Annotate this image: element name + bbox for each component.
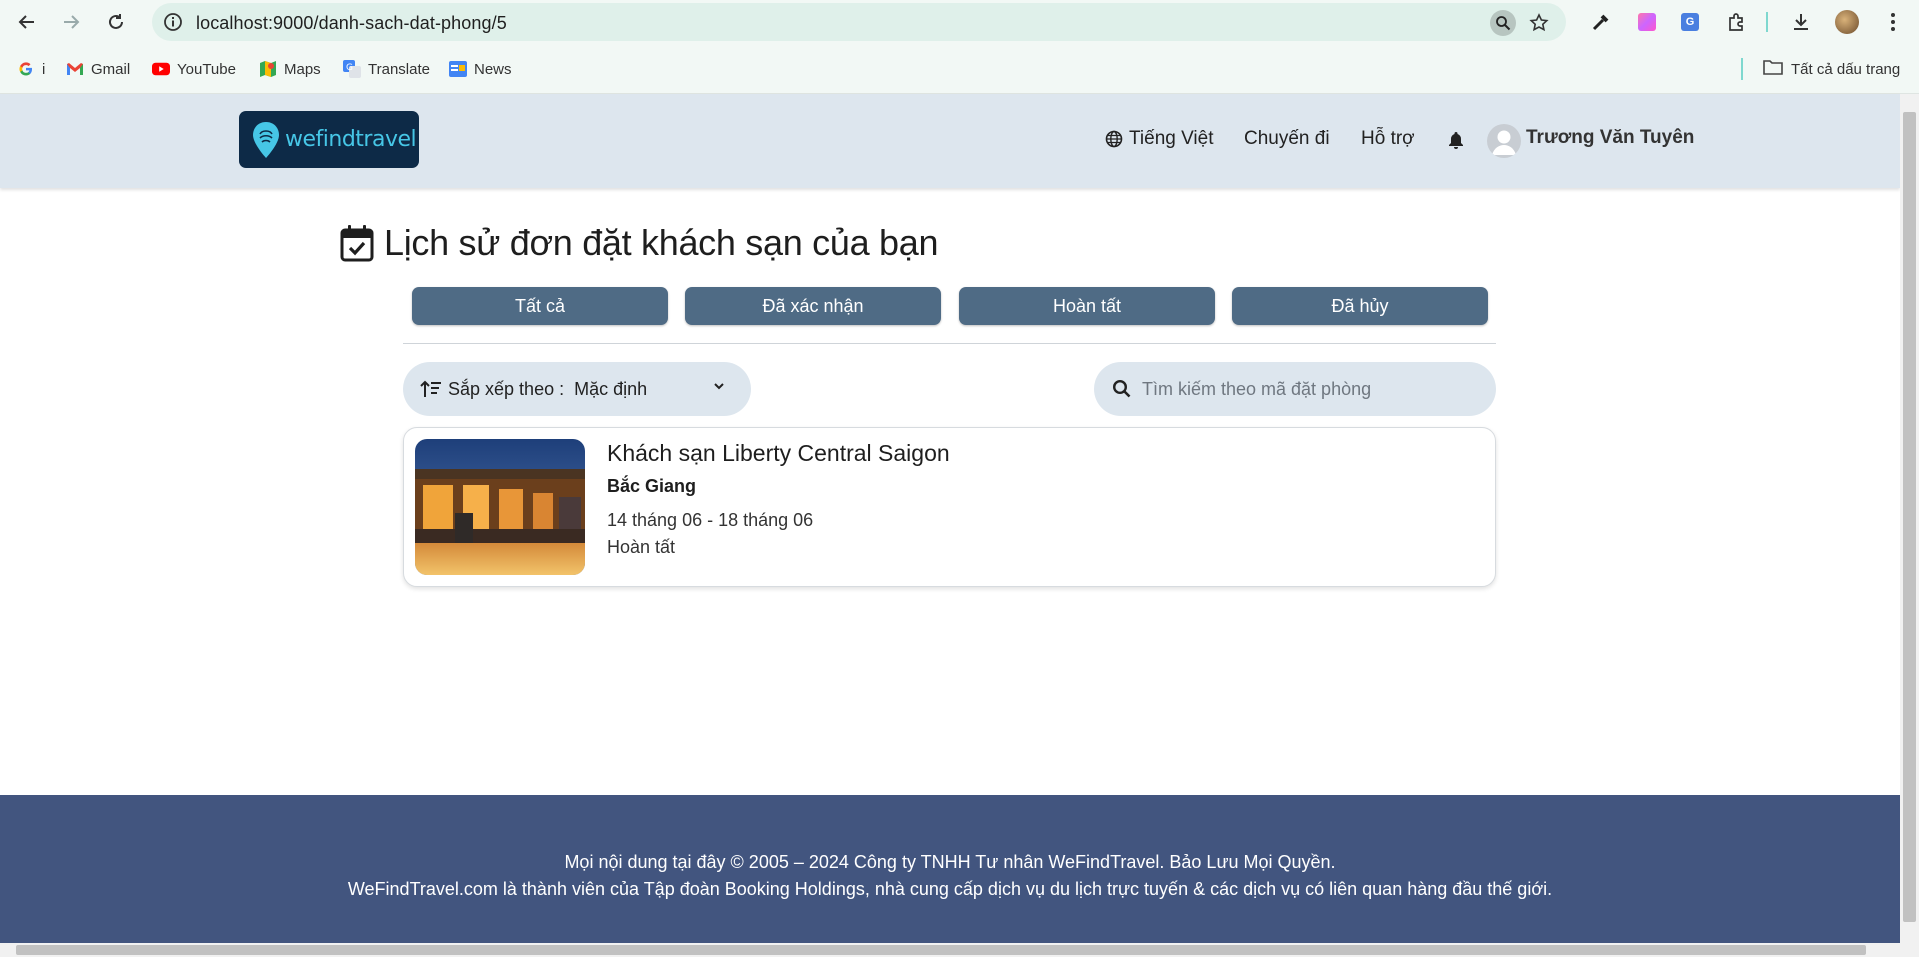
bookmark-label: Translate bbox=[368, 60, 430, 78]
language-selector[interactable]: Tiếng Việt bbox=[1105, 128, 1214, 150]
hotel-location: Bắc Giang bbox=[607, 476, 697, 496]
bookmark-label: Maps bbox=[284, 60, 321, 78]
globe-icon bbox=[1105, 130, 1123, 148]
nav-trips[interactable]: Chuyến đi bbox=[1244, 128, 1330, 150]
site-info-icon[interactable] bbox=[161, 10, 185, 34]
zoom-icon[interactable] bbox=[1490, 10, 1516, 36]
booking-card[interactable]: Khách sạn Liberty Central Saigon Bắc Gia… bbox=[403, 427, 1496, 587]
calendar-check-icon bbox=[340, 225, 374, 262]
google-translate-extension-icon[interactable]: G bbox=[1676, 8, 1704, 36]
site-logo[interactable]: wefindtravel bbox=[239, 111, 419, 168]
maps-icon bbox=[259, 60, 277, 78]
bookmark-google[interactable]: i bbox=[17, 58, 45, 80]
bookmark-youtube[interactable]: YouTube bbox=[152, 58, 236, 80]
extensions-puzzle-icon[interactable] bbox=[1722, 8, 1750, 36]
sort-value: Mặc định bbox=[574, 378, 648, 399]
horizontal-scrollbar-thumb[interactable] bbox=[16, 945, 1866, 955]
news-icon bbox=[449, 60, 467, 78]
search-icon bbox=[1112, 379, 1131, 398]
youtube-icon bbox=[152, 60, 170, 78]
address-bar[interactable]: localhost:9000/danh-sach-dat-phong/5 bbox=[152, 3, 1566, 41]
bookmark-translate[interactable]: G Translate bbox=[343, 58, 430, 80]
bookmark-label: YouTube bbox=[177, 60, 236, 78]
footer-membership: WeFindTravel.com là thành viên của Tập đ… bbox=[347, 879, 1553, 899]
reload-icon[interactable] bbox=[101, 7, 131, 37]
page-title-text: Lịch sử đơn đặt khách sạn của bạn bbox=[384, 222, 939, 263]
more-menu-icon[interactable] bbox=[1879, 8, 1907, 36]
site-footer: Mọi nội dung tại đây © 2005 – 2024 Công … bbox=[0, 795, 1900, 943]
bookmark-news[interactable]: News bbox=[449, 58, 512, 80]
vertical-scrollbar-thumb[interactable] bbox=[1903, 112, 1916, 922]
booking-search bbox=[1094, 362, 1496, 416]
toolbar-divider bbox=[1766, 12, 1768, 32]
hotel-name[interactable]: Khách sạn Liberty Central Saigon bbox=[607, 440, 950, 467]
sort-label: Sắp xếp theo : bbox=[448, 378, 565, 399]
footer-copyright: Mọi nội dung tại đây © 2005 – 2024 Công … bbox=[564, 852, 1336, 872]
bookmark-star-icon[interactable] bbox=[1526, 10, 1552, 36]
section-divider bbox=[403, 343, 1496, 344]
bookmark-label: News bbox=[474, 60, 512, 78]
svg-text:G: G bbox=[346, 63, 353, 73]
url-text[interactable]: localhost:9000/danh-sach-dat-phong/5 bbox=[196, 13, 507, 34]
user-avatar[interactable] bbox=[1487, 124, 1521, 158]
download-icon[interactable] bbox=[1787, 8, 1815, 36]
sort-dropdown[interactable]: Sắp xếp theo : Mặc định bbox=[403, 362, 751, 416]
booking-dates: 14 tháng 06 - 18 tháng 06 bbox=[607, 510, 814, 530]
chevron-down-icon bbox=[714, 383, 724, 390]
bookmark-label: Gmail bbox=[91, 60, 131, 78]
folder-icon bbox=[1763, 59, 1783, 79]
language-label: Tiếng Việt bbox=[1129, 128, 1214, 149]
all-bookmarks-label: Tất cả dấu trang bbox=[1791, 60, 1901, 78]
google-icon bbox=[17, 60, 35, 78]
filter-completed-button[interactable]: Hoàn tất bbox=[959, 287, 1215, 325]
logo-text: wefindtravel bbox=[285, 127, 417, 152]
translate-icon: G bbox=[343, 60, 361, 78]
filter-all-button[interactable]: Tất cả bbox=[412, 287, 668, 325]
horizontal-scrollbar[interactable] bbox=[0, 943, 1919, 957]
booking-search-input[interactable] bbox=[1142, 374, 1472, 404]
sort-icon bbox=[420, 380, 441, 397]
page-title: Lịch sử đơn đặt khách sạn của bạn bbox=[340, 222, 938, 264]
booking-status: Hoàn tất bbox=[607, 537, 676, 557]
filter-confirmed-button[interactable]: Đã xác nhận bbox=[685, 287, 941, 325]
bookmarks-bar: i Gmail YouTube Maps G Translate News Tấ… bbox=[0, 44, 1919, 94]
hotel-image[interactable] bbox=[415, 439, 585, 575]
site-header: wefindtravel Tiếng Việt Chuyến đi Hỗ trợ… bbox=[0, 94, 1900, 188]
back-icon[interactable] bbox=[12, 7, 42, 37]
bookmark-maps[interactable]: Maps bbox=[259, 58, 321, 80]
nav-support[interactable]: Hỗ trợ bbox=[1361, 128, 1415, 150]
eyedropper-icon[interactable] bbox=[1587, 8, 1615, 36]
vertical-scrollbar[interactable] bbox=[1900, 94, 1919, 943]
color-extension-icon[interactable] bbox=[1633, 8, 1661, 36]
user-name[interactable]: Trương Văn Tuyên bbox=[1526, 127, 1694, 149]
all-bookmarks[interactable]: Tất cả dấu trang bbox=[1763, 58, 1900, 80]
bookmark-label: i bbox=[42, 60, 46, 78]
support-label: Hỗ trợ bbox=[1361, 128, 1415, 149]
bookmarks-divider bbox=[1741, 58, 1743, 80]
bookmark-gmail[interactable]: Gmail bbox=[66, 58, 130, 80]
logo-pin-icon bbox=[253, 121, 279, 158]
bell-icon[interactable] bbox=[1446, 130, 1466, 150]
trips-label: Chuyến đi bbox=[1244, 128, 1330, 149]
browser-toolbar: localhost:9000/danh-sach-dat-phong/5 G bbox=[0, 0, 1919, 44]
gmail-icon bbox=[66, 60, 84, 78]
forward-icon[interactable] bbox=[56, 7, 86, 37]
profile-avatar-icon[interactable] bbox=[1833, 8, 1861, 36]
filter-cancelled-button[interactable]: Đã hủy bbox=[1232, 287, 1488, 325]
